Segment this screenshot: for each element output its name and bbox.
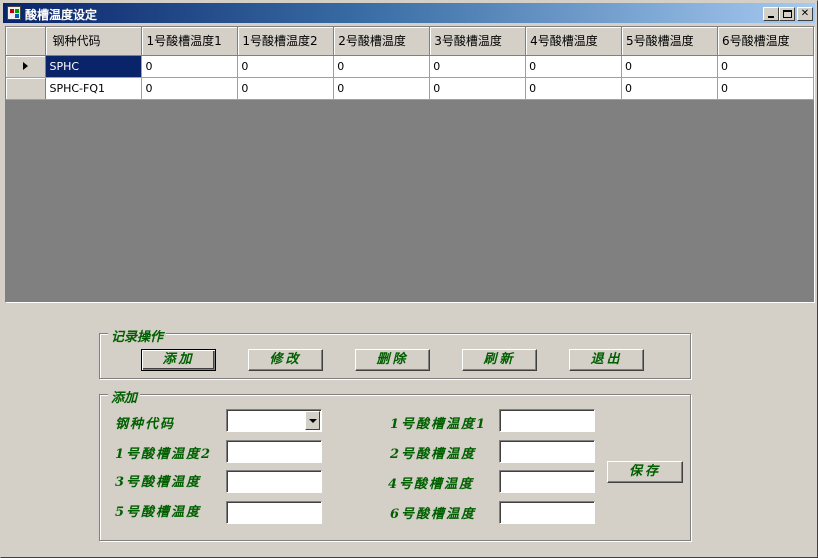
tank3-temp-label: 3号酸槽温度 (115, 475, 202, 490)
tank4-temp-input[interactable] (499, 470, 595, 493)
window-title: 酸槽温度设定 (25, 8, 98, 22)
tank6-temp-input[interactable] (499, 501, 595, 524)
table-cell[interactable]: 0 (621, 55, 718, 78)
data-grid[interactable]: 钢种代码 1号酸槽温度1 1号酸槽温度2 2号酸槽温度 3号酸槽温度 4号酸槽温… (5, 26, 815, 303)
chevron-down-icon (309, 419, 317, 423)
column-header[interactable]: 1号酸槽温度1 (141, 27, 239, 56)
tank4-temp-label: 4号酸槽温度 (388, 477, 475, 492)
close-button[interactable]: ✕ (797, 7, 813, 21)
minimize-button[interactable] (763, 7, 779, 21)
steel-code-label: 钢种代码 (115, 417, 176, 432)
tank1-temp1-label: 1号酸槽温度1 (390, 417, 488, 432)
add-form-legend: 添加 (108, 387, 141, 406)
table-cell[interactable]: 0 (717, 77, 814, 100)
data-table: 钢种代码 1号酸槽温度1 1号酸槽温度2 2号酸槽温度 3号酸槽温度 4号酸槽温… (6, 27, 814, 100)
delete-button[interactable]: 删除 (355, 349, 430, 371)
minimize-icon (768, 16, 774, 18)
record-ops-legend: 记录操作 (108, 326, 167, 345)
edit-button[interactable]: 修改 (248, 349, 323, 371)
table-cell[interactable]: 0 (237, 77, 335, 100)
tank3-temp-input[interactable] (226, 470, 322, 493)
column-header[interactable]: 4号酸槽温度 (525, 27, 623, 56)
save-button[interactable]: 保存 (607, 461, 683, 483)
table-cell[interactable]: SPHC-FQ1 (45, 77, 143, 100)
tank5-temp-label: 5号酸槽温度 (115, 505, 202, 520)
table-cell[interactable]: 0 (525, 77, 623, 100)
table-cell[interactable]: 0 (717, 55, 814, 78)
app-window: 酸槽温度设定 ✕ 钢种代码 1号酸槽温度1 1号酸槽温度2 2号酸槽温度 3号酸… (0, 0, 818, 558)
maximize-button[interactable] (779, 7, 795, 21)
maximize-icon (783, 10, 792, 18)
add-button[interactable]: 添加 (141, 349, 216, 371)
column-header[interactable]: 2号酸槽温度 (333, 27, 431, 56)
column-header[interactable]: 钢种代码 (45, 27, 143, 56)
table-cell[interactable]: 0 (621, 77, 718, 100)
table-cell[interactable]: 0 (333, 77, 431, 100)
tank1-temp2-input[interactable] (226, 440, 322, 463)
table-cell[interactable]: 0 (141, 55, 239, 78)
title-bar[interactable]: 酸槽温度设定 ✕ (3, 3, 815, 23)
table-cell[interactable]: 0 (237, 55, 335, 78)
current-row-arrow-icon (23, 61, 29, 70)
header-row: 钢种代码 1号酸槽温度1 1号酸槽温度2 2号酸槽温度 3号酸槽温度 4号酸槽温… (6, 27, 814, 56)
table-cell[interactable]: 0 (525, 55, 623, 78)
tank1-temp1-input[interactable] (499, 409, 595, 432)
table-cell[interactable]: 0 (429, 77, 527, 100)
refresh-button[interactable]: 刷新 (462, 349, 537, 371)
dropdown-button[interactable] (305, 411, 320, 430)
tank2-temp-input[interactable] (499, 440, 595, 463)
table-cell[interactable]: 0 (333, 55, 431, 78)
table-cell[interactable]: SPHC (45, 55, 143, 78)
table-cell[interactable]: 0 (141, 77, 239, 100)
column-header[interactable]: 6号酸槽温度 (717, 27, 814, 56)
tank6-temp-label: 6号酸槽温度 (390, 507, 477, 522)
column-header[interactable]: 5号酸槽温度 (621, 27, 718, 56)
table-cell[interactable]: 0 (429, 55, 527, 78)
row-header-corner (6, 27, 47, 56)
close-icon: ✕ (800, 8, 810, 19)
row-selector[interactable] (6, 77, 47, 100)
column-header[interactable]: 1号酸槽温度2 (237, 27, 335, 56)
table-row[interactable]: SPHC-FQ1 0 0 0 0 0 0 0 (6, 77, 814, 100)
table-row[interactable]: SPHC 0 0 0 0 0 0 0 (6, 55, 814, 78)
tank5-temp-input[interactable] (226, 501, 322, 524)
tank2-temp-label: 2号酸槽温度 (390, 447, 477, 462)
exit-button[interactable]: 退出 (569, 349, 644, 371)
tank1-temp2-label: 1号酸槽温度2 (115, 447, 213, 462)
row-selector[interactable] (6, 55, 47, 78)
column-header[interactable]: 3号酸槽温度 (429, 27, 527, 56)
steel-code-combo[interactable] (226, 409, 322, 432)
app-icon (7, 6, 21, 20)
